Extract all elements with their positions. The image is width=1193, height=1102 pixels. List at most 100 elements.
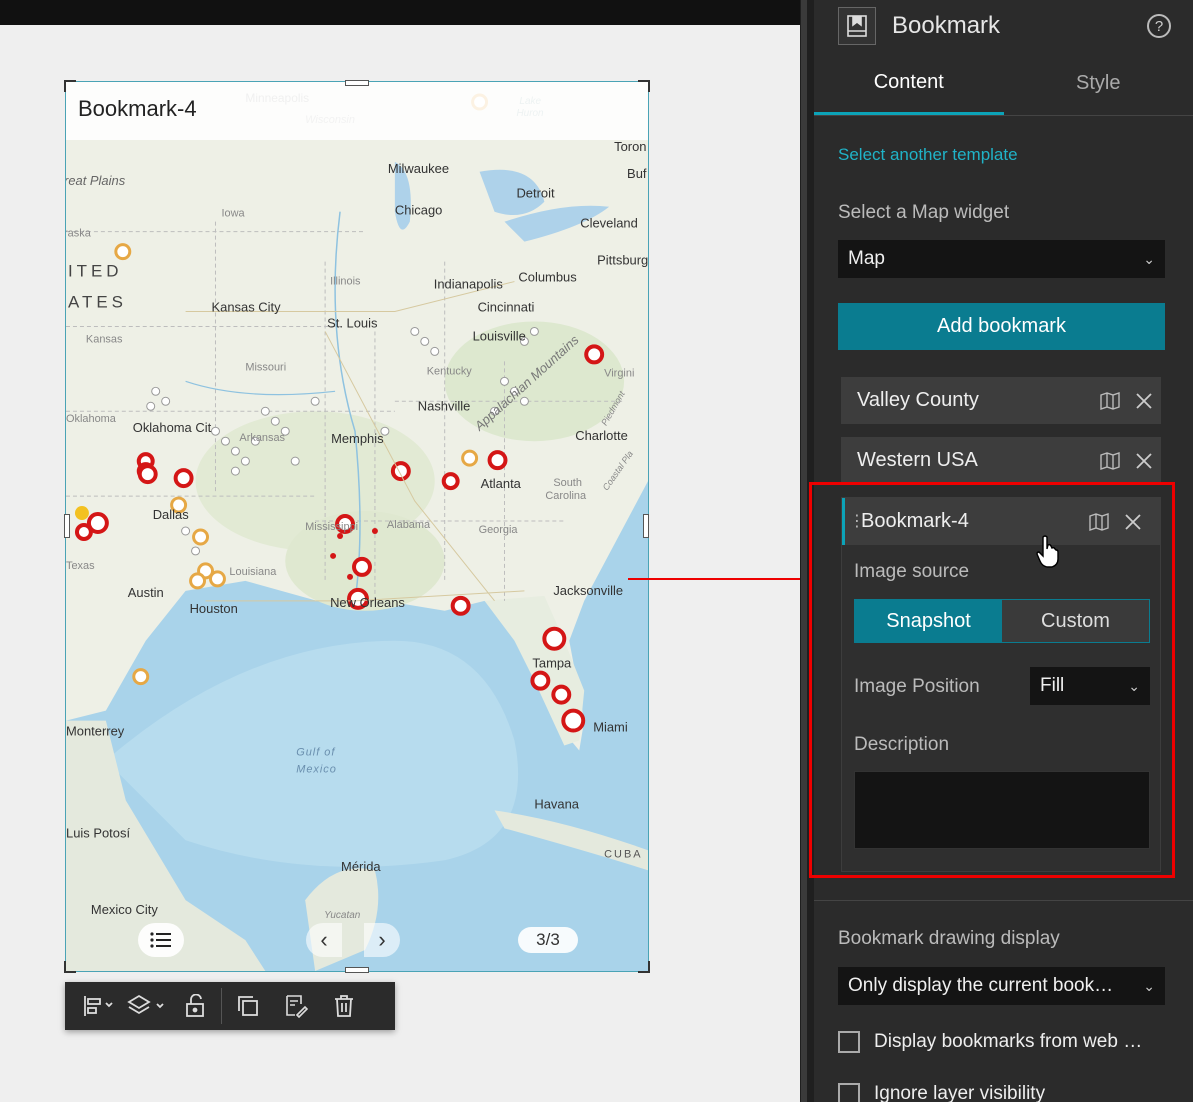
map-view[interactable]: Minneapolis Wisconsin Lake Huron Toron B…	[66, 82, 648, 971]
resize-handle-bottom-right[interactable]	[638, 961, 650, 973]
map-label: Austin	[128, 585, 164, 600]
close-icon[interactable]	[1127, 452, 1161, 469]
map-icon[interactable]	[1093, 451, 1127, 470]
close-icon[interactable]	[1127, 392, 1161, 409]
map-label: Iowa	[221, 208, 245, 220]
map-label: Toron	[614, 139, 646, 154]
checkbox-label: Display bookmarks from web …	[874, 1031, 1143, 1052]
map-label: Charlotte	[575, 428, 628, 443]
map-canvas[interactable]: Minneapolis Wisconsin Lake Huron Toron B…	[66, 82, 648, 971]
tab-style[interactable]: Style	[1004, 52, 1193, 115]
map-label: raska	[66, 228, 92, 240]
panel-header: Bookmark ?	[814, 0, 1193, 52]
map-label: New Orleans	[330, 595, 405, 610]
annotation-arrow	[628, 578, 824, 580]
drag-handle-icon[interactable]: ⋮	[849, 513, 865, 529]
toolbar-divider	[221, 988, 222, 1024]
bookmark-item[interactable]: Western USA	[841, 437, 1161, 484]
resize-handle-top[interactable]	[345, 80, 369, 86]
tab-content[interactable]: Content	[814, 52, 1004, 115]
map-label: Buf	[627, 166, 647, 181]
map-label: Monterrey	[66, 724, 125, 739]
snapshot-option[interactable]: Snapshot	[855, 600, 1002, 642]
list-icon	[150, 932, 171, 948]
map-label: St. Louis	[327, 315, 378, 330]
map-label: Miami	[593, 720, 628, 735]
map-label: Dallas	[153, 507, 189, 522]
description-textarea[interactable]	[854, 771, 1150, 849]
map-widget-select[interactable]: Map ⌄	[838, 240, 1165, 278]
select-template-link[interactable]: Select another template	[838, 145, 1018, 165]
resize-handle-bottom-left[interactable]	[64, 961, 76, 973]
resize-handle-right[interactable]	[643, 514, 649, 538]
display-web-bookmarks-option[interactable]: Display bookmarks from web …	[838, 1031, 1142, 1053]
map-icon[interactable]	[1082, 512, 1116, 531]
map-label: Missouri	[245, 361, 286, 373]
bookmark-name: Western USA	[857, 449, 978, 471]
previous-bookmark-button[interactable]: ‹	[306, 923, 342, 957]
bookmark-item-header[interactable]: ⋮ Bookmark-4	[842, 498, 1160, 545]
chevron-right-icon: ›	[378, 927, 386, 952]
map-label: ITED	[68, 262, 123, 281]
ignore-layer-visibility-option[interactable]: Ignore layer visibility	[838, 1083, 1045, 1102]
resize-handle-bottom[interactable]	[345, 967, 369, 973]
map-label: ATES	[68, 292, 127, 311]
lock-button[interactable]	[171, 982, 219, 1030]
custom-option[interactable]: Custom	[1002, 600, 1149, 642]
add-bookmark-button[interactable]: Add bookmark	[838, 303, 1165, 350]
chevron-down-icon: ⌄	[1143, 250, 1155, 267]
map-label: Mississippi	[305, 521, 358, 533]
panel-title: Bookmark	[892, 12, 1001, 39]
bookmark-item-expanded: ⋮ Bookmark-4 Image source Snapshot Custo…	[841, 497, 1161, 872]
image-position-value: Fill	[1040, 675, 1065, 696]
map-label: Chicago	[395, 203, 443, 218]
bookmark-title: Bookmark-4	[66, 82, 648, 140]
map-label: Pittsburg	[597, 253, 648, 268]
map-label: Carolina	[545, 490, 587, 502]
delete-button[interactable]	[320, 982, 368, 1030]
map-label: Yucatan	[324, 910, 361, 921]
bookmark-list-button[interactable]	[138, 923, 184, 957]
widget-toolbar	[65, 982, 395, 1030]
bookmark-item[interactable]: Valley County	[841, 377, 1161, 424]
map-label: Detroit	[516, 186, 555, 201]
bookmark-widget[interactable]: Minneapolis Wisconsin Lake Huron Toron B…	[65, 81, 649, 972]
image-position-select[interactable]: Fill ⌄	[1030, 667, 1150, 705]
bookmark-widget-icon	[838, 7, 876, 45]
map-label: Gulf of	[296, 746, 335, 758]
resize-handle-left[interactable]	[64, 514, 70, 538]
checkbox[interactable]	[838, 1083, 860, 1102]
image-position-label: Image Position	[854, 676, 980, 697]
map-label: Atlanta	[481, 476, 522, 491]
map-widget-value: Map	[848, 248, 885, 269]
map-label: Mérida	[341, 859, 381, 874]
edit-button[interactable]	[272, 982, 320, 1030]
page-counter: 3/3	[518, 927, 578, 953]
map-icon[interactable]	[1093, 391, 1127, 410]
resize-handle-top-left[interactable]	[64, 80, 76, 92]
map-label: Kansas	[86, 333, 123, 345]
help-icon[interactable]: ?	[1147, 14, 1171, 38]
map-label: Jacksonville	[553, 583, 623, 598]
close-icon[interactable]	[1116, 513, 1150, 530]
map-label: Mexico	[296, 763, 337, 775]
unlock-icon	[186, 994, 204, 1017]
map-label: Columbus	[518, 270, 577, 285]
panel-splitter[interactable]	[800, 0, 814, 1102]
drawing-display-label: Bookmark drawing display	[838, 928, 1060, 949]
resize-handle-top-right[interactable]	[638, 80, 650, 92]
duplicate-button[interactable]	[224, 982, 272, 1030]
layers-button[interactable]	[123, 982, 171, 1030]
map-label: Oklahoma	[66, 413, 117, 425]
checkbox[interactable]	[838, 1031, 860, 1053]
drawing-display-select[interactable]: Only display the current book… ⌄	[838, 967, 1165, 1005]
chevron-left-icon: ‹	[320, 927, 328, 952]
section-divider	[814, 900, 1193, 901]
map-label: Cleveland	[580, 216, 638, 231]
next-bookmark-button[interactable]: ›	[364, 923, 400, 957]
top-bar	[0, 0, 800, 25]
align-button[interactable]	[75, 982, 123, 1030]
image-source-toggle: Snapshot Custom	[854, 599, 1150, 643]
map-label: Cincinnati	[478, 299, 535, 314]
map-label: Tampa	[532, 656, 572, 671]
